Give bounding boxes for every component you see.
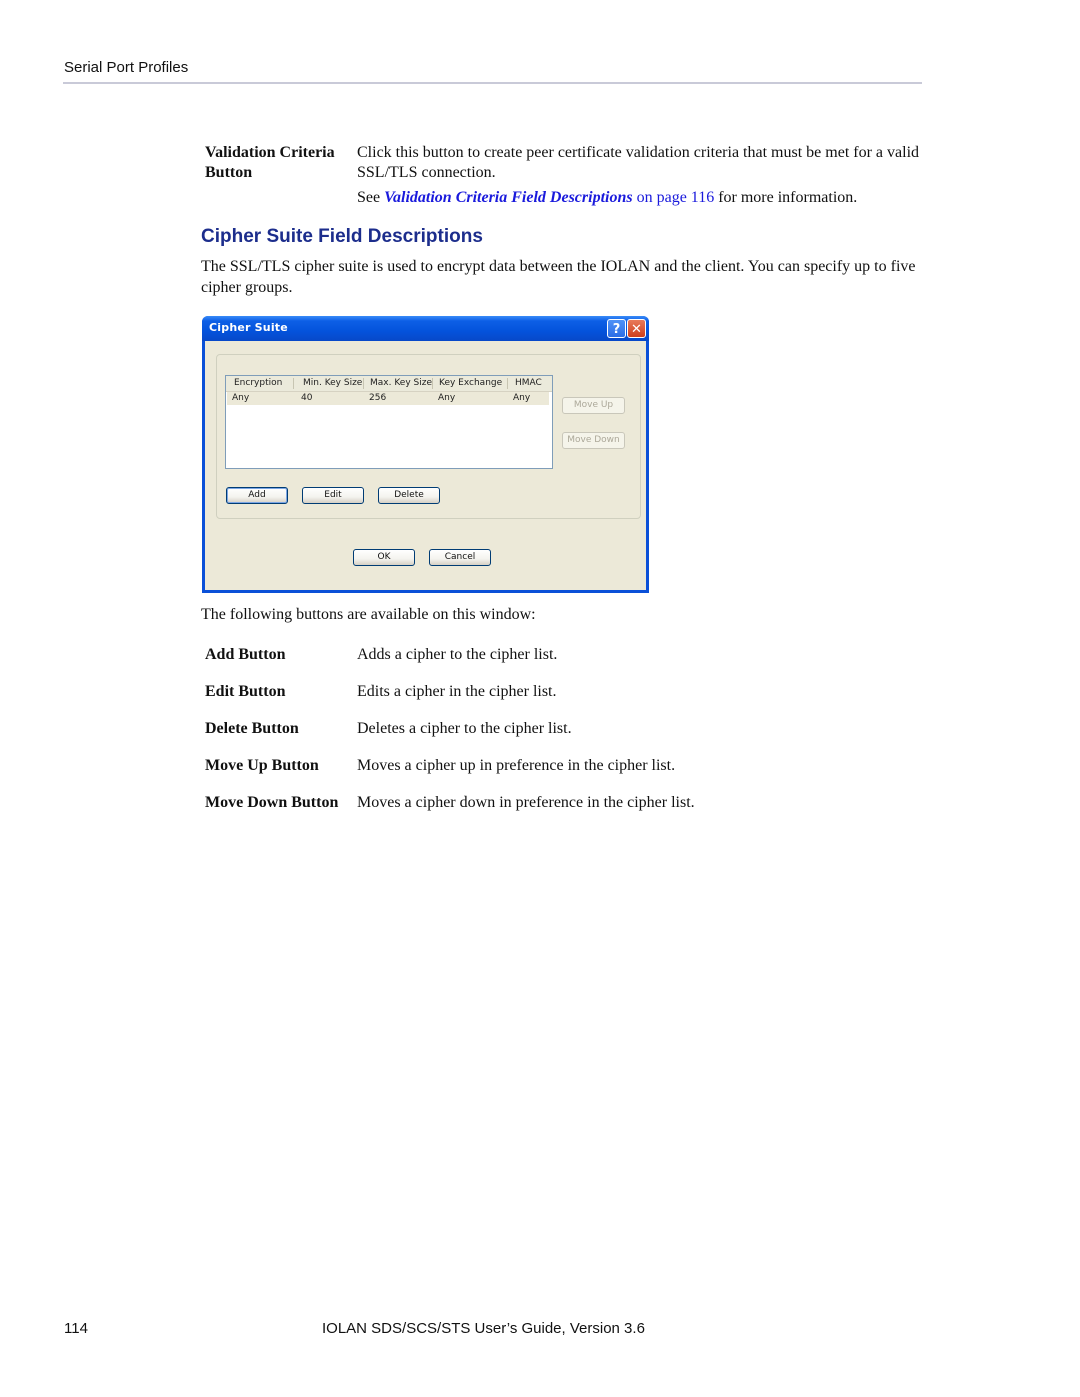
move-down-button[interactable]: Move Down [562, 432, 625, 449]
list-header: Encryption Min. Key Size Max. Key Size K… [226, 376, 552, 392]
definition-term: Edit Button [205, 683, 286, 700]
column-header-min-key-size[interactable]: Min. Key Size [303, 378, 362, 389]
edit-button[interactable]: Edit [302, 487, 364, 504]
cancel-button[interactable]: Cancel [429, 549, 491, 566]
cross-reference-link[interactable]: Validation Criteria Field Descriptions [384, 189, 632, 206]
add-button[interactable]: Add [226, 487, 288, 504]
definition-move-down-button: Move Down Button Moves a cipher down in … [205, 793, 925, 813]
column-header-hmac[interactable]: HMAC [515, 378, 542, 389]
definition-add-button: Add Button Adds a cipher to the cipher l… [205, 645, 925, 665]
dialog-client: Encryption Min. Key Size Max. Key Size K… [205, 341, 646, 590]
definition-desc: Moves a cipher down in preference in the… [357, 794, 695, 811]
dialog-title: Cipher Suite [209, 321, 288, 334]
definition-desc: Click this button to create peer certifi… [357, 143, 925, 208]
page-number: 114 [64, 1320, 88, 1337]
section-title: Cipher Suite Field Descriptions [201, 226, 483, 247]
definition-term: Add Button [205, 646, 286, 663]
column-separator[interactable] [293, 378, 294, 389]
definition-desc: Deletes a cipher to the cipher list. [357, 720, 572, 737]
cell-key-exchange: Any [438, 393, 456, 403]
cipher-list[interactable]: Encryption Min. Key Size Max. Key Size K… [225, 375, 553, 469]
definition-term: Validation Criteria Button [205, 144, 335, 181]
cell-min-key-size: 40 [301, 393, 313, 403]
ok-button[interactable]: OK [353, 549, 415, 566]
column-header-encryption[interactable]: Encryption [234, 378, 282, 389]
delete-button[interactable]: Delete [378, 487, 440, 504]
header-rule [63, 82, 922, 84]
definition-term: Move Down Button [205, 794, 339, 811]
section-intro: The SSL/TLS cipher suite is used to encr… [201, 258, 916, 296]
definition-term: Delete Button [205, 720, 299, 737]
column-header-key-exchange[interactable]: Key Exchange [439, 378, 502, 389]
footer-title: IOLAN SDS/SCS/STS User’s Guide, Version … [322, 1320, 645, 1337]
dialog-titlebar: Cipher Suite ? ✕ [202, 316, 649, 341]
running-header: Serial Port Profiles [64, 59, 189, 76]
definition-desc: Adds a cipher to the cipher list. [357, 646, 558, 663]
definition-delete-button: Delete Button Deletes a cipher to the ci… [205, 719, 925, 739]
definition-term: Move Up Button [205, 757, 319, 774]
see-also: See Validation Criteria Field Descriptio… [357, 189, 858, 206]
cell-hmac: Any [513, 393, 531, 403]
definition-desc: Moves a cipher up in preference in the c… [357, 757, 676, 774]
column-separator[interactable] [363, 378, 364, 389]
move-up-button[interactable]: Move Up [562, 397, 625, 414]
close-icon: ✕ [631, 322, 642, 337]
cipher-suite-dialog: Cipher Suite ? ✕ Encryption Min. Key Siz… [202, 316, 649, 593]
help-button[interactable]: ? [607, 319, 626, 338]
definition-edit-button: Edit Button Edits a cipher in the cipher… [205, 682, 925, 702]
column-header-max-key-size[interactable]: Max. Key Size [370, 378, 432, 389]
definition-desc: Edits a cipher in the cipher list. [357, 683, 557, 700]
close-button[interactable]: ✕ [627, 319, 646, 338]
definition-move-up-button: Move Up Button Moves a cipher up in pref… [205, 756, 925, 776]
cell-max-key-size: 256 [369, 393, 387, 403]
column-separator[interactable] [507, 378, 508, 389]
cell-encryption: Any [232, 393, 250, 403]
list-row[interactable]: Any 40 256 Any Any [227, 392, 549, 405]
column-separator[interactable] [432, 378, 433, 389]
buttons-intro: The following buttons are available on t… [201, 606, 536, 623]
page-reference-link[interactable]: on page 116 [633, 189, 715, 206]
definition-validation-criteria: Validation Criteria Button Click this bu… [205, 143, 925, 213]
help-icon: ? [612, 322, 621, 337]
